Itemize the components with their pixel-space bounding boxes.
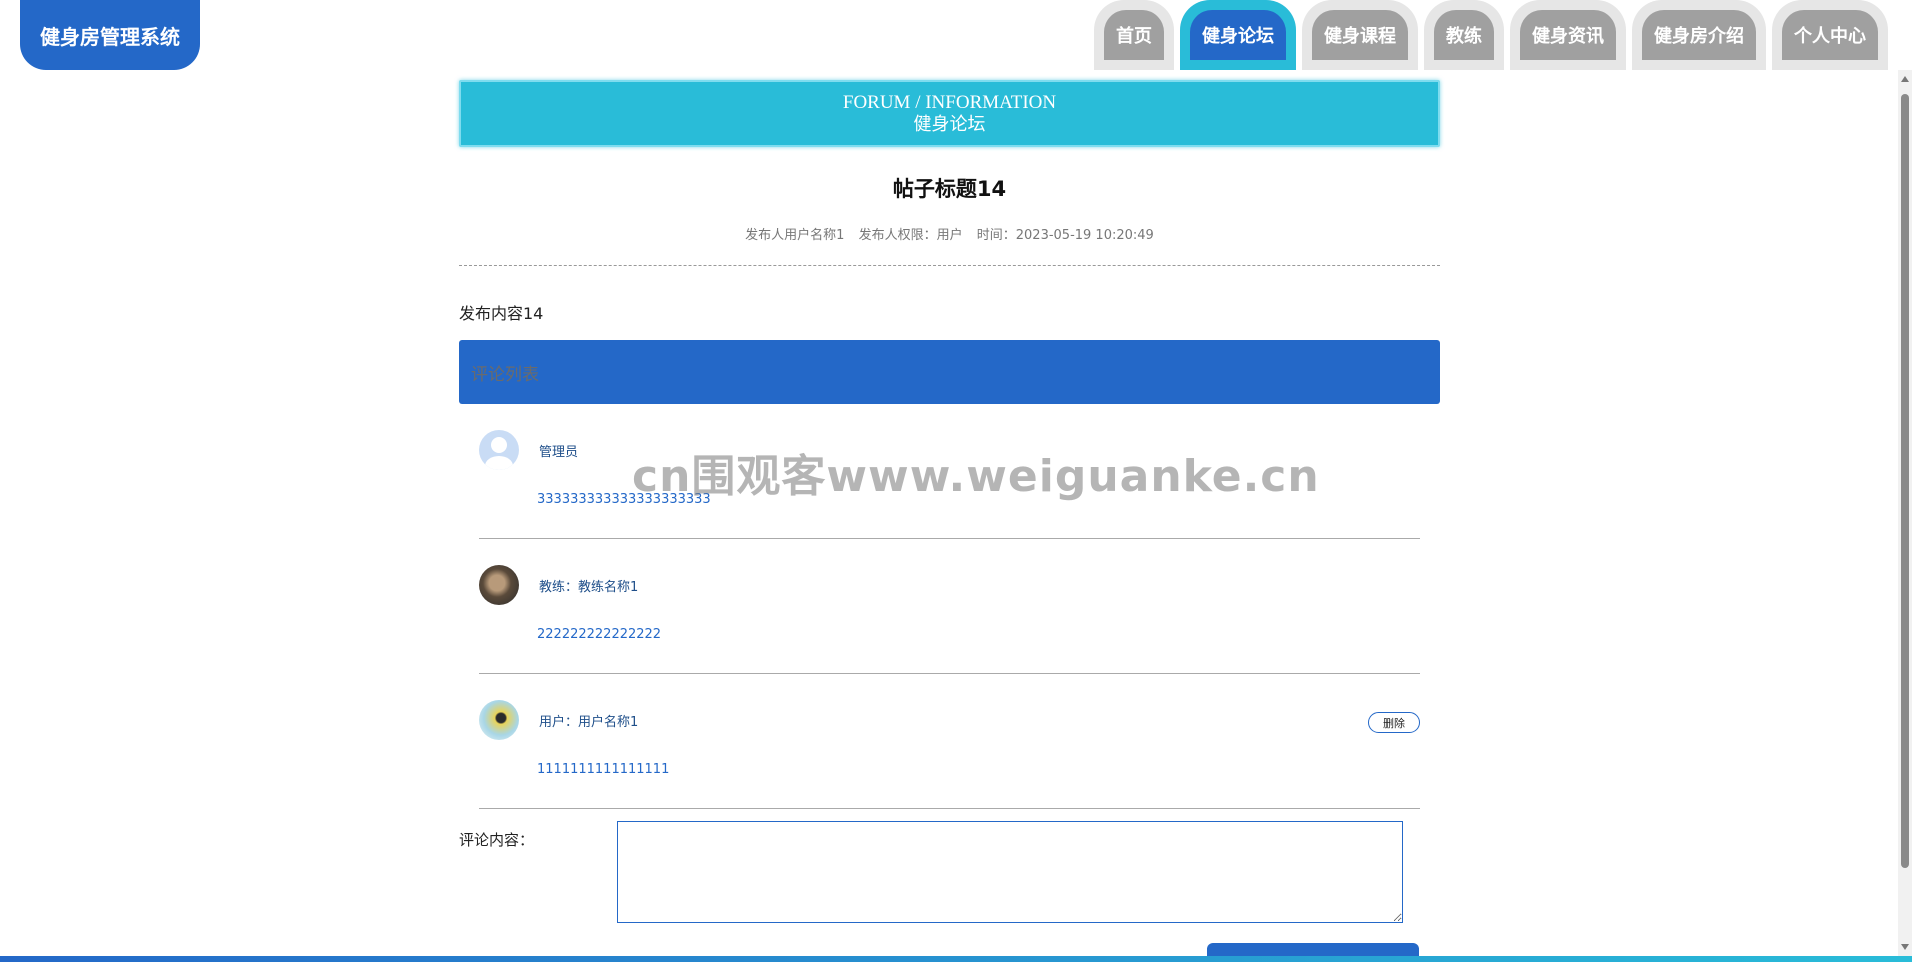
comment-content-label: 评论内容： [459,831,535,849]
nav-gym-intro-label: 健身房介绍 [1642,10,1756,60]
nav-forum[interactable]: 健身论坛 [1180,0,1296,70]
top-nav: 首页 健身论坛 健身课程 教练 健身资讯 健身房介绍 个人中心 [1094,0,1888,70]
nav-courses[interactable]: 健身课程 [1302,0,1418,70]
main-content: FORUM / INFORMATION 健身论坛 帖子标题14 发布人用户名称1… [459,80,1440,939]
nav-news-label: 健身资讯 [1520,10,1616,60]
bottom-accent-line [0,956,1912,962]
section-banner: FORUM / INFORMATION 健身论坛 [459,80,1440,147]
banner-cn: 健身论坛 [913,114,986,135]
comment-text: 1111111111111111 [537,762,670,777]
post-role: 发布人权限：用户 [858,228,963,243]
delete-comment-button[interactable]: 删除 [1368,712,1420,733]
divider [459,265,1440,266]
post-author: 发布人用户名称1 [745,228,845,243]
nav-coach-label: 教练 [1434,10,1494,60]
comment-item: 用户：用户名称1 删除 1111111111111111 [479,674,1420,809]
comment-item: 教练：教练名称1 222222222222222 [479,539,1420,674]
post-title: 帖子标题14 [892,177,1007,201]
scroll-up-arrow-icon[interactable] [1901,76,1909,82]
comment-author: 管理员 [539,445,579,460]
comment-text: 222222222222222 [537,627,662,642]
vertical-scrollbar[interactable] [1898,70,1912,956]
default-avatar-icon [479,430,519,470]
post-time: 时间：2023-05-19 10:20:49 [976,228,1154,243]
nav-news[interactable]: 健身资讯 [1510,0,1626,70]
coach-photo-avatar [479,565,519,605]
watermark: cn围观客www.weiguanke.cn [632,451,1320,502]
nav-personal-center-label: 个人中心 [1782,10,1878,60]
nav-personal-center[interactable]: 个人中心 [1772,0,1888,70]
banner-en: FORUM / INFORMATION [842,92,1057,113]
nav-gym-intro[interactable]: 健身房介绍 [1632,0,1766,70]
comment-author: 用户：用户名称1 [539,715,639,730]
nav-forum-label: 健身论坛 [1190,10,1286,60]
submit-comment-button[interactable] [1207,943,1419,956]
post-meta: 发布人用户名称1 发布人权限：用户 时间：2023-05-19 10:20:49 [459,224,1440,243]
scroll-down-arrow-icon[interactable] [1901,944,1909,950]
user-photo-avatar [479,700,519,740]
nav-courses-label: 健身课程 [1312,10,1408,60]
comment-content-textarea[interactable] [617,821,1403,923]
nav-home-label: 首页 [1104,10,1164,60]
scrollbar-thumb[interactable] [1901,94,1909,868]
comment-form: 评论内容： [459,821,1440,939]
nav-coach[interactable]: 教练 [1424,0,1504,70]
post-content: 发布内容14 [459,304,544,323]
nav-home[interactable]: 首页 [1094,0,1174,70]
site-logo[interactable]: 健身房管理系统 [20,0,200,70]
comment-author: 教练：教练名称1 [539,580,639,595]
comment-list-header: 评论列表 [459,340,1440,404]
